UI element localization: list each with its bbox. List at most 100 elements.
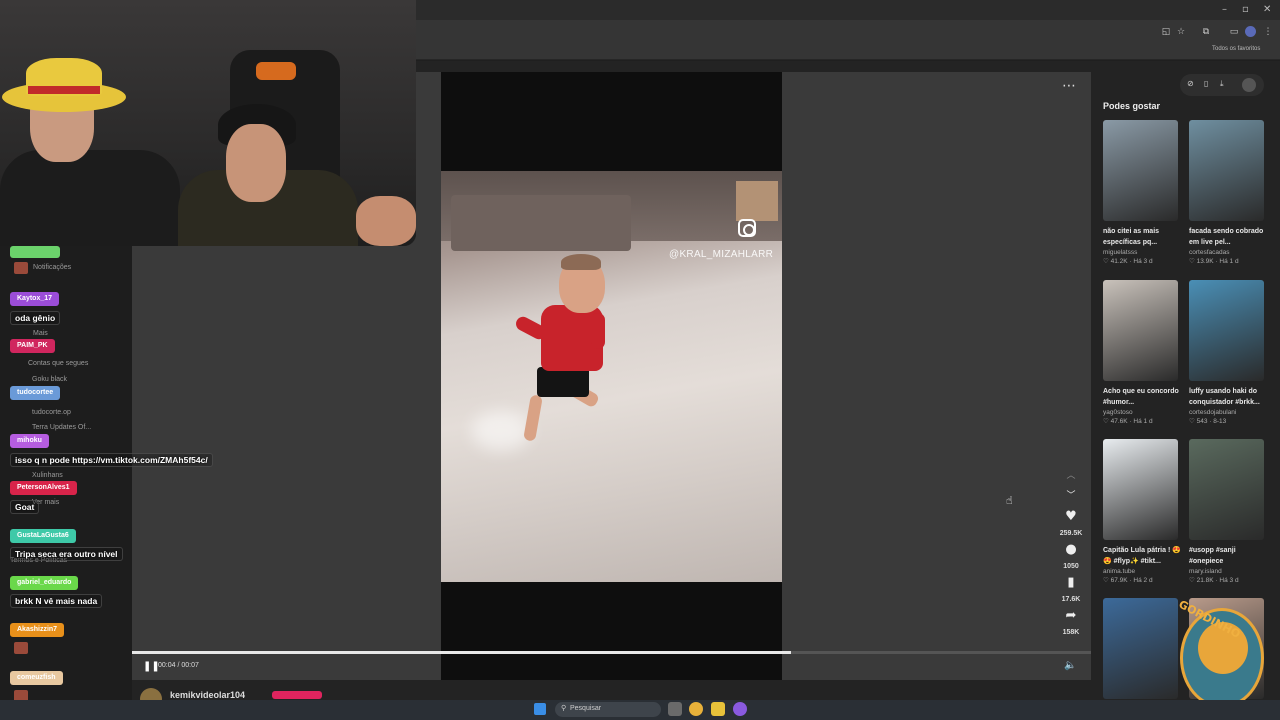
video-watermark: @KRAL_MIZAHLARR (669, 249, 774, 260)
sidebar-account[interactable]: Xulinhans (32, 472, 63, 479)
suggestion-title[interactable]: #usopp #sanji #onepiece (1189, 545, 1269, 567)
suggestion-thumbnail[interactable] (1189, 280, 1264, 381)
all-bookmarks-link[interactable]: Todos os favoritos (1212, 46, 1260, 52)
discord-icon[interactable] (733, 702, 747, 716)
suggestion-age: Há 1 d (1133, 418, 1153, 425)
progress-fill[interactable] (132, 651, 791, 654)
chat-message: oda gênio (10, 311, 61, 325)
chat-username[interactable]: tudocortee (10, 386, 61, 400)
block-icon[interactable]: ⊘ (1187, 79, 1194, 88)
kid-arm (591, 313, 605, 349)
guest-hand (356, 196, 416, 246)
suggestion-card[interactable]: Acho que eu concordo #humor... yag0stoso ♡… (1103, 280, 1179, 425)
browser-menu-icon[interactable]: ⋮ (1262, 26, 1274, 38)
chat-username[interactable]: PAIM_PK (10, 339, 55, 353)
kid-hair (561, 254, 601, 270)
suggestion-title[interactable]: não citei as mais específicas pq... (1103, 226, 1183, 248)
download-icon[interactable]: ⤓ (1220, 79, 1224, 89)
suggestion-card[interactable]: não citei as mais específicas pq... migue… (1103, 120, 1178, 265)
suggestion-title[interactable]: facada sendo cobrado em live pel... (1189, 226, 1269, 248)
chat-username[interactable]: gabriel_eduardo (10, 576, 79, 590)
share-icon[interactable]: ➦ (1062, 608, 1080, 623)
like-count: 259.5K (1059, 530, 1083, 537)
heart-icon: ♡ (1103, 418, 1111, 425)
suggestion-likes: 41.2K (1110, 258, 1128, 265)
time-label: 00:04 / 00:07 (158, 662, 199, 669)
floor-reflection (471, 411, 531, 451)
follow-button[interactable] (272, 691, 322, 699)
phone-icon[interactable]: ▯ (1204, 79, 1208, 88)
suggestion-card[interactable]: Capitão Lula pátria ! 😍😍 #flyp✨ #tikt...… (1103, 439, 1181, 584)
chevron-down-icon[interactable]: ﹀ (1062, 488, 1080, 501)
taskbar-search-label: Pesquisar (570, 705, 602, 712)
suggestion-thumbnail[interactable] (1103, 598, 1178, 699)
close-window-icon[interactable]: ✕ (1263, 4, 1271, 15)
sidebar-item-notifications[interactable]: Notificações (33, 264, 71, 271)
suggestion-author[interactable]: anima.tube (1103, 568, 1178, 575)
suggestion-card[interactable]: luffy usando haki do conquistador #brkk.… (1189, 280, 1264, 425)
comment-count: 1050 (1063, 563, 1079, 570)
volume-icon[interactable]: 🔈 (1064, 660, 1076, 671)
instagram-icon (738, 219, 756, 237)
suggestion-title[interactable]: Capitão Lula pátria ! 😍😍 #flyp✨ #tikt... (1103, 545, 1183, 567)
suggestion-likes: 47.6K (1110, 418, 1128, 425)
mouse-pointer-icon: ☝ (1006, 494, 1013, 507)
chat-username[interactable]: Kaytox_17 (10, 292, 60, 306)
author-name[interactable]: kemikvideolar104 (170, 690, 245, 700)
suggestion-meta: ♡ 41.2K · Há 3 d (1103, 257, 1178, 265)
suggestion-meta: ♡ 21.8K · Há 3 d (1189, 576, 1264, 584)
user-avatar[interactable] (1242, 78, 1256, 92)
suggestion-thumbnail[interactable] (1103, 439, 1178, 540)
sidebar-account[interactable]: tudocorte.op (32, 409, 71, 416)
suggestion-card[interactable] (1103, 598, 1178, 699)
chevron-up-icon[interactable]: ︿ (1062, 468, 1080, 481)
chat-message: brkk N vê mais nada (10, 594, 103, 608)
suggestion-author[interactable]: yag0stoso (1103, 409, 1178, 416)
heart-icon: ♡ (1103, 258, 1111, 265)
chat-username[interactable]: Akashizzin7 (10, 623, 65, 637)
video-content[interactable]: @KRAL_MIZAHLARR (441, 171, 782, 582)
streamer-body (0, 150, 180, 246)
more-options-icon[interactable]: ⋯ (1062, 78, 1076, 94)
minimize-icon[interactable]: – (1222, 4, 1227, 15)
sidebar-account[interactable]: Goku black (32, 376, 67, 383)
sidebar-account[interactable]: Terra Updates Of... (32, 424, 91, 431)
sidebar-item-more[interactable]: Mais (33, 330, 48, 337)
profile-avatar[interactable] (1245, 26, 1256, 37)
comment-icon[interactable]: ● (1062, 542, 1080, 557)
suggestion-author[interactable]: cortesdojabulani (1189, 409, 1264, 416)
chat-name-badge (10, 246, 60, 258)
suggestion-title[interactable]: Acho que eu concordo #humor... (1103, 386, 1183, 408)
suggestion-thumbnail[interactable] (1189, 439, 1264, 540)
chat-username[interactable]: PetersonAlves1 (10, 481, 77, 495)
maximize-icon[interactable]: ▫ (1242, 4, 1249, 15)
chat-username[interactable]: GustaLaGusta6 (10, 529, 76, 543)
chat-username[interactable]: comeuzfish (10, 671, 63, 685)
bookmark-icon[interactable]: ▮ (1062, 575, 1080, 590)
like-heart-icon[interactable]: ♥ (1062, 509, 1080, 524)
suggestion-author[interactable]: cortesfacadas (1189, 249, 1264, 256)
suggestion-thumbnail[interactable] (1189, 120, 1264, 221)
save-count: 17.6K (1061, 596, 1081, 603)
bookmark-star-icon[interactable]: ☆ (1175, 26, 1187, 38)
suggestion-card[interactable]: #usopp #sanji #onepiece mary.island ♡ 21.8… (1189, 439, 1264, 584)
suggestion-thumbnail[interactable] (1103, 120, 1178, 221)
heart-icon: ♡ (1189, 258, 1197, 265)
windows-start-icon[interactable] (534, 703, 546, 715)
extensions-icon[interactable]: ⧉ (1200, 26, 1212, 38)
sidepanel-icon[interactable]: ▭ (1228, 26, 1240, 38)
suggestion-meta: ♡ 47.6K · Há 1 d (1103, 417, 1178, 425)
suggestion-age: Há 3 d (1219, 577, 1239, 584)
chrome-icon[interactable] (689, 702, 703, 716)
suggestion-card[interactable]: facada sendo cobrado em live pel... corte… (1189, 120, 1264, 265)
suggestion-author[interactable]: mary.island (1189, 568, 1264, 575)
file-explorer-icon[interactable] (711, 702, 725, 716)
chat-username[interactable]: mihoku (10, 434, 49, 448)
suggestion-author[interactable]: miguelatsss (1103, 249, 1178, 256)
suggestions-title: Podes gostar (1103, 101, 1161, 111)
suggestion-title[interactable]: luffy usando haki do conquistador #brkk.… (1189, 386, 1269, 408)
suggestion-thumbnail[interactable] (1103, 280, 1178, 381)
task-view-icon[interactable] (668, 702, 682, 716)
translate-icon[interactable]: ◱ (1160, 26, 1172, 38)
following-heading: Contas que segues (28, 360, 89, 367)
